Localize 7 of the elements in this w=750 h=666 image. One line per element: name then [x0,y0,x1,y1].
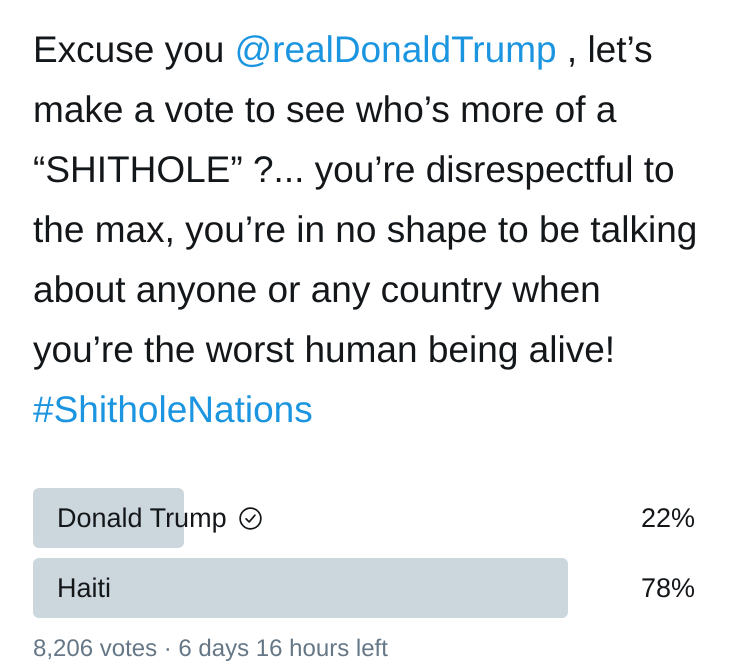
poll-status: 8,206 votes · 6 days 16 hours left [33,634,389,664]
option-percent: 78% [640,572,695,604]
tweet-text: Excuse you @realDonaldTrump , let’s make a vote to see who’s more of a “SHITHOLE” ?... you’re disrespectful to the max, you’re in no shape to be talking about anyone or any country when you’re the worst human being alive! #ShitholeNations [33,28,698,432]
poll-option[interactable]: Donald Trump 22% [33,488,719,548]
poll-option[interactable]: Haiti 78% [33,558,719,618]
check-circle-icon [238,506,262,530]
option-percent: 22% [640,502,695,534]
